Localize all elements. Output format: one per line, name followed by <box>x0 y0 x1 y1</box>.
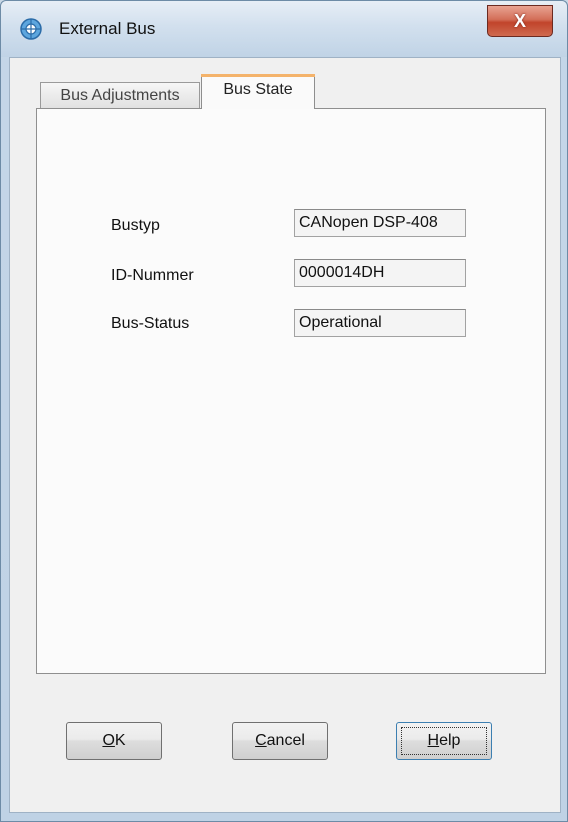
ok-label: K <box>114 732 126 749</box>
id-nummer-field: 0000014DH <box>294 259 466 287</box>
cancel-label: ancel <box>266 732 305 749</box>
external-bus-dialog: External Bus X Bus Adjustments Bus State… <box>0 0 568 822</box>
bus-status-label: Bus-Status <box>111 315 190 332</box>
bus-network-icon <box>20 18 42 40</box>
bustyp-label: Bustyp <box>111 217 160 234</box>
help-button[interactable]: Help <box>396 722 492 760</box>
dialog-client-area: Bus Adjustments Bus State Bustyp CANopen… <box>9 57 561 813</box>
ok-button[interactable]: OK <box>66 722 162 760</box>
title-bar[interactable]: External Bus X <box>1 1 567 57</box>
tab-bus-state[interactable]: Bus State <box>201 74 315 109</box>
cancel-mnemonic: C <box>255 732 267 749</box>
tab-bus-adjustments[interactable]: Bus Adjustments <box>40 82 200 108</box>
window-title: External Bus <box>59 19 156 38</box>
cancel-button[interactable]: Cancel <box>232 722 328 760</box>
close-button[interactable]: X <box>487 5 553 37</box>
id-nummer-label: ID-Nummer <box>111 267 194 284</box>
bus-state-panel: Bustyp CANopen DSP-408 ID-Nummer 0000014… <box>36 108 546 674</box>
bustyp-field: CANopen DSP-408 <box>294 209 466 237</box>
ok-mnemonic: O <box>102 732 115 749</box>
focus-rectangle <box>401 727 487 755</box>
bus-status-field: Operational <box>294 309 466 337</box>
close-icon: X <box>513 11 526 31</box>
